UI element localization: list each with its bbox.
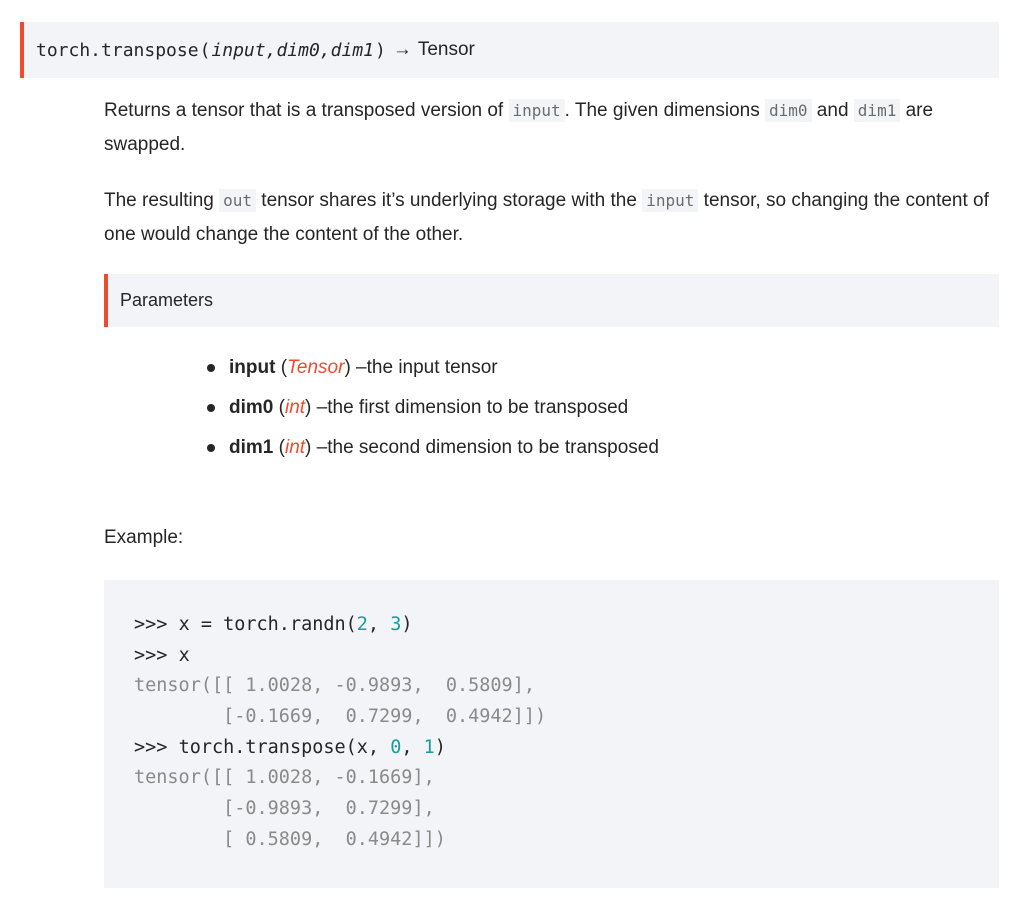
code-example: >>> x = torch.randn(2, 3) >>> x tensor([…	[104, 580, 999, 888]
open-paren: (	[199, 39, 211, 61]
code-output-line: [ 0.5809, 0.4942]])	[134, 828, 446, 850]
param-name: dim1	[229, 437, 274, 458]
param-name: input	[229, 357, 276, 378]
function-name: torch.transpose	[36, 39, 199, 61]
param-name: dim0	[229, 397, 274, 418]
param-type-link[interactable]: int	[285, 432, 305, 464]
param-item: dim0 (int) – the first dimension to be t…	[207, 388, 659, 428]
param-desc: the input tensor	[366, 357, 498, 378]
inline-code-out: out	[219, 189, 257, 212]
param-desc: the second dimension to be transposed	[327, 437, 659, 458]
bullet-icon	[207, 364, 215, 372]
inline-code-dim1: dim1	[853, 99, 901, 122]
param-desc: the first dimension to be transposed	[327, 397, 629, 418]
description-paragraph-1: Returns a tensor that is a transposed ve…	[104, 99, 934, 155]
parameters-heading: Parameters	[104, 274, 999, 327]
code-line: >>> torch.transpose(x, 0, 1)	[134, 736, 446, 758]
example-label: Example:	[104, 527, 184, 548]
return-arrow: →	[392, 39, 412, 60]
arg-input: input	[211, 39, 266, 61]
code-output-line: [-0.9893, 0.7299],	[134, 798, 435, 820]
code-output-line: [-0.1669, 0.7299, 0.4942]])	[134, 706, 547, 728]
code-line: >>> x = torch.randn(2, 3)	[134, 614, 413, 635]
code-output-line: tensor([[ 1.0028, -0.1669],	[134, 767, 435, 789]
param-item: input (Tensor) – the input tensor	[207, 348, 659, 388]
param-type-link[interactable]: int	[285, 392, 305, 424]
bullet-icon	[207, 404, 215, 412]
param-type-link[interactable]: Tensor	[287, 352, 344, 384]
close-paren: )	[375, 39, 386, 61]
inline-code-dim0: dim0	[765, 99, 812, 122]
function-signature: torch.transpose(input, dim0, dim1) → Ten…	[20, 22, 999, 78]
arg-dim0: dim0	[276, 39, 320, 61]
param-item: dim1 (int) – the second dimension to be …	[207, 428, 659, 468]
parameter-list: input (Tensor) – the input tensor dim0 (…	[207, 348, 659, 468]
arg-dim1: dim1	[330, 39, 374, 61]
description-paragraph-2: The resulting out tensor shares it’s und…	[104, 189, 989, 245]
inline-code-input: input	[642, 189, 699, 212]
code-output-line: tensor([[ 1.0028, -0.9893, 0.5809],	[134, 675, 535, 697]
return-type: Tensor	[417, 39, 475, 60]
inline-code-input: input	[508, 99, 565, 122]
code-line: >>> x	[134, 644, 190, 666]
bullet-icon	[207, 444, 215, 452]
